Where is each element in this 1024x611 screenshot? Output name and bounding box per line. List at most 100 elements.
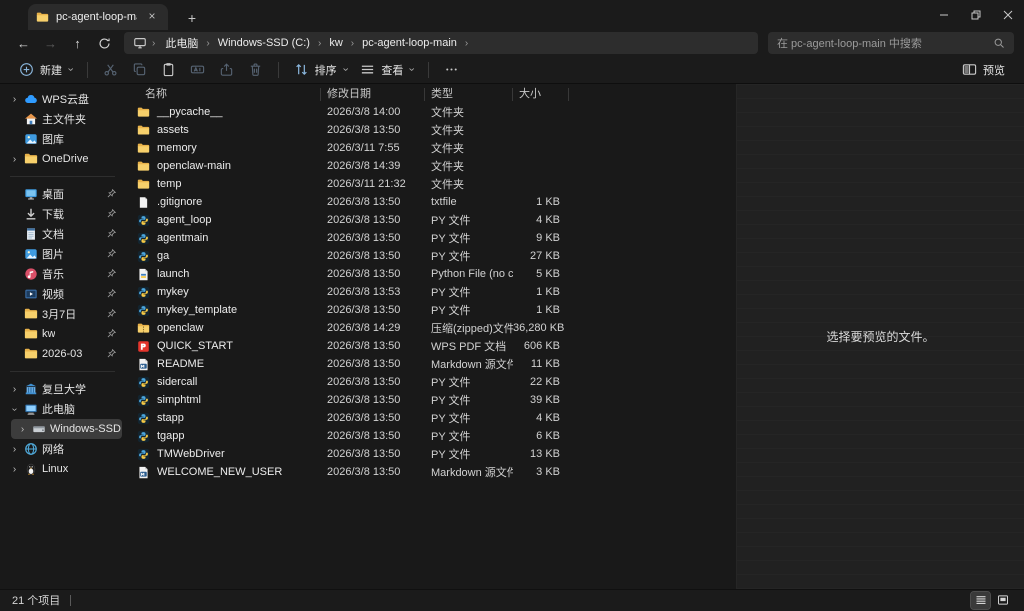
search-box[interactable]: 在 pc-agent-loop-main 中搜索 [768, 32, 1014, 54]
address-bar[interactable]: › 此电脑›Windows-SSD (C:)›kw›pc-agent-loop-… [124, 32, 758, 54]
file-name[interactable]: launch [125, 268, 321, 281]
sidebar-item-folder-mar7[interactable]: 3月7日 [3, 304, 122, 324]
file-name[interactable]: mykey_template [125, 304, 321, 317]
sidebar-item-desktop[interactable]: 桌面 [3, 184, 122, 204]
file-name[interactable]: TMWebDriver [125, 448, 321, 461]
file-name[interactable]: simphtml [125, 394, 321, 407]
file-name[interactable]: WELCOME_NEW_USER [125, 466, 321, 479]
chevron-right-icon[interactable]: › [17, 424, 28, 435]
tab-close-icon[interactable]: × [144, 9, 160, 25]
sidebar-item-videos[interactable]: 视频 [3, 284, 122, 304]
file-row[interactable]: openclaw-main2026/3/8 14:39文件夹 [125, 157, 736, 175]
cut-button[interactable] [96, 58, 125, 81]
chevron-right-icon[interactable]: › [9, 464, 20, 475]
file-name[interactable]: .gitignore [125, 196, 321, 209]
sidebar-item-folder-kw[interactable]: kw [3, 324, 122, 344]
chevron-down-icon[interactable]: › [9, 404, 20, 415]
file-row[interactable]: mykey2026/3/8 13:53PY 文件1 KB [125, 283, 736, 301]
file-row[interactable]: memory2026/3/11 7:55文件夹 [125, 139, 736, 157]
file-name[interactable]: README [125, 358, 321, 371]
sidebar-item-this-pc[interactable]: ›此电脑 [3, 399, 122, 419]
file-row[interactable]: __pycache__2026/3/8 14:00文件夹 [125, 103, 736, 121]
sidebar-item-wps-cloud[interactable]: ›WPS云盘 [3, 89, 122, 109]
copy-button[interactable] [125, 58, 154, 81]
delete-button[interactable] [241, 58, 270, 81]
file-name[interactable]: sidercall [125, 376, 321, 389]
column-header-name[interactable]: 名称 [125, 88, 321, 101]
sidebar-item-fudan-university[interactable]: ›复旦大学 [3, 379, 122, 399]
file-row[interactable]: TMWebDriver2026/3/8 13:50PY 文件13 KB [125, 445, 736, 463]
column-header-type[interactable]: 类型 [425, 88, 513, 101]
sidebar-item-home-folder[interactable]: 主文件夹 [3, 109, 122, 129]
share-button[interactable] [212, 58, 241, 81]
column-header-date[interactable]: 修改日期 [321, 88, 425, 101]
file-name[interactable]: __pycache__ [125, 106, 321, 119]
file-row[interactable]: assets2026/3/8 13:50文件夹 [125, 121, 736, 139]
refresh-icon[interactable] [91, 37, 118, 50]
sidebar-item-onedrive[interactable]: ›OneDrive [3, 149, 122, 169]
file-row[interactable]: mykey_template2026/3/8 13:50PY 文件1 KB [125, 301, 736, 319]
file-name[interactable]: memory [125, 142, 321, 155]
file-row[interactable]: sidercall2026/3/8 13:50PY 文件22 KB [125, 373, 736, 391]
file-row[interactable]: agentmain2026/3/8 13:50PY 文件9 KB [125, 229, 736, 247]
file-row[interactable]: README2026/3/8 13:50Markdown 源文件11 KB [125, 355, 736, 373]
sidebar-item-downloads[interactable]: 下载 [3, 204, 122, 224]
file-name[interactable]: QUICK_START [125, 340, 321, 353]
sidebar-item-linux[interactable]: ›Linux [3, 459, 122, 479]
sidebar-item-network[interactable]: ›网络 [3, 439, 122, 459]
more-button[interactable] [437, 58, 466, 81]
sidebar-item-gallery[interactable]: 图库 [3, 129, 122, 149]
up-icon[interactable]: ↑ [64, 36, 91, 51]
file-row[interactable]: simphtml2026/3/8 13:50PY 文件39 KB [125, 391, 736, 409]
breadcrumb-item[interactable]: Windows-SSD (C:) [213, 35, 315, 51]
chevron-right-icon[interactable]: › [9, 444, 20, 455]
chevron-right-icon[interactable]: › [9, 384, 20, 395]
file-name[interactable]: mykey [125, 286, 321, 299]
file-row[interactable]: ga2026/3/8 13:50PY 文件27 KB [125, 247, 736, 265]
file-name[interactable]: agent_loop [125, 214, 321, 227]
file-row[interactable]: temp2026/3/11 21:32文件夹 [125, 175, 736, 193]
file-name[interactable]: tgapp [125, 430, 321, 443]
rename-button[interactable] [183, 58, 212, 81]
file-name[interactable]: stapp [125, 412, 321, 425]
minimize-button[interactable] [928, 0, 960, 30]
new-tab-button[interactable]: + [182, 10, 202, 26]
file-row[interactable]: stapp2026/3/8 13:50PY 文件4 KB [125, 409, 736, 427]
file-row[interactable]: .gitignore2026/3/8 13:50txtfile1 KB [125, 193, 736, 211]
file-name[interactable]: agentmain [125, 232, 321, 245]
search-icon[interactable] [993, 37, 1005, 49]
file-name[interactable]: assets [125, 124, 321, 137]
restore-button[interactable] [960, 0, 992, 30]
file-name[interactable]: ga [125, 250, 321, 263]
column-header-size[interactable]: 大小 [513, 88, 569, 101]
chevron-right-icon[interactable]: › [9, 94, 20, 105]
sidebar-item-windows-ssd-c[interactable]: ›Windows-SSD (C:) [11, 419, 122, 439]
search-input[interactable]: 在 pc-agent-loop-main 中搜索 [777, 35, 993, 51]
file-row[interactable]: WELCOME_NEW_USER2026/3/8 13:50Markdown 源… [125, 463, 736, 481]
large-icons-view-button[interactable] [993, 592, 1012, 609]
sidebar-item-documents[interactable]: 文档 [3, 224, 122, 244]
breadcrumb-item[interactable]: pc-agent-loop-main [357, 35, 462, 51]
chevron-right-icon[interactable]: › [9, 154, 20, 165]
file-row[interactable]: tgapp2026/3/8 13:50PY 文件6 KB [125, 427, 736, 445]
preview-toggle-button[interactable]: 预览 [955, 58, 1012, 82]
forward-icon[interactable]: → [37, 36, 64, 51]
back-icon[interactable]: ← [10, 36, 37, 51]
file-row[interactable]: openclaw2026/3/8 14:29压缩(zipped)文件夹36,28… [125, 319, 736, 337]
sidebar-item-pictures[interactable]: 图片 [3, 244, 122, 264]
explorer-tab[interactable]: pc-agent-loop-main × [28, 4, 168, 30]
file-row[interactable]: QUICK_START2026/3/8 13:50WPS PDF 文档606 K… [125, 337, 736, 355]
paste-button[interactable] [154, 58, 183, 81]
breadcrumb-item[interactable]: kw [324, 35, 347, 51]
file-name[interactable]: openclaw-main [125, 160, 321, 173]
file-row[interactable]: agent_loop2026/3/8 13:50PY 文件4 KB [125, 211, 736, 229]
breadcrumb-item[interactable]: 此电脑 [160, 33, 203, 53]
file-row[interactable]: launch2026/3/8 13:50Python File (no con.… [125, 265, 736, 283]
file-name[interactable]: temp [125, 178, 321, 191]
sidebar-item-folder-2026-03[interactable]: 2026-03 [3, 344, 122, 364]
close-button[interactable] [992, 0, 1024, 30]
sidebar-item-music[interactable]: 音乐 [3, 264, 122, 284]
file-name[interactable]: openclaw [125, 322, 321, 335]
new-button[interactable]: 新建 › [12, 58, 79, 82]
sort-button[interactable]: 排序 › [287, 58, 354, 82]
